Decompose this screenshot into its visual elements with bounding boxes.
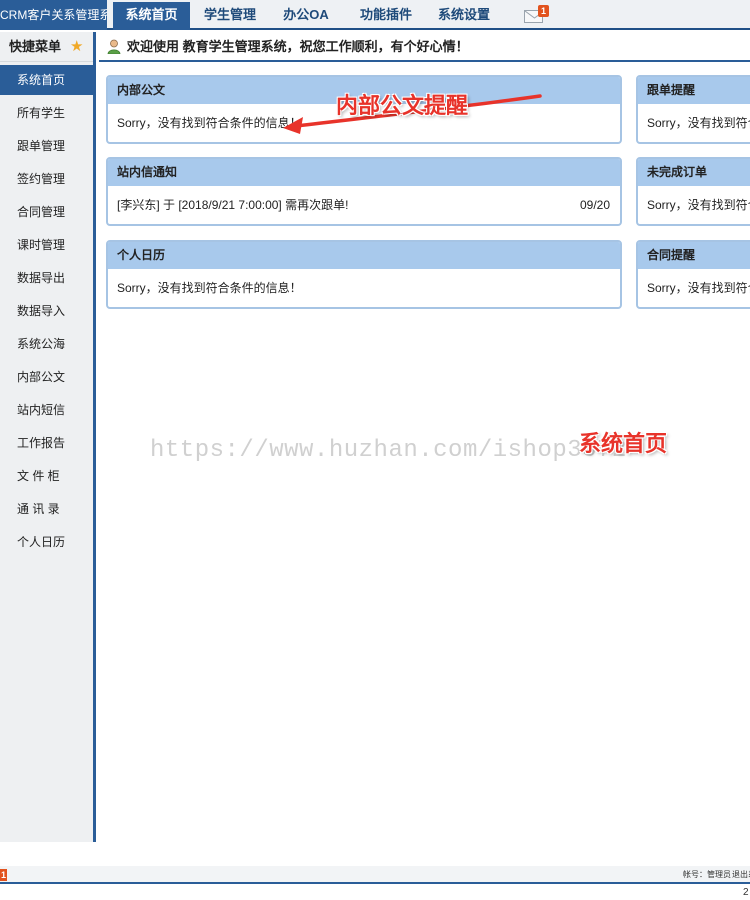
message-row[interactable]: [李兴东] 于 [2018/9/21 7:00:00] 需再次跟单! 09/20 [108, 186, 620, 224]
panel-title: 跟单提醒 [638, 77, 750, 104]
annotation-docs-label: 内部公文提醒 [336, 93, 469, 118]
sidebar-item-signing[interactable]: 签约管理 [0, 164, 93, 194]
welcome-message: 欢迎使用 教育学生管理系统，祝您工作顺利，有个好心情！ [127, 39, 469, 54]
user-icon [107, 39, 121, 54]
tab-student-management[interactable]: 学生管理 [194, 2, 266, 30]
status-bar: 1 帐号：管理员 退出系统 [0, 866, 750, 884]
sidebar-item-calendar[interactable]: 个人日历 [0, 527, 93, 557]
personal-calendar-panel: 个人日历 Sorry，没有找到符合条件的信息！ [106, 240, 622, 309]
panel-empty-message: Sorry，没有找到符合 [647, 116, 750, 130]
logout-link[interactable]: 退出系统 [732, 866, 750, 884]
sidebar-item-public-pool[interactable]: 系统公海 [0, 329, 93, 359]
tab-office-oa[interactable]: 办公OA [272, 2, 340, 30]
sidebar-item-class-hours[interactable]: 课时管理 [0, 230, 93, 260]
watermark-url: https://www.huzhan.com/ishop3572 [150, 437, 627, 464]
sidebar: 快捷菜单 ★ 系统首页 所有学生 跟单管理 签约管理 合同管理 课时管理 数据导… [0, 32, 96, 842]
panel-title: 合同提醒 [638, 242, 750, 269]
mail-count-badge: 1 [538, 5, 549, 17]
tab-home[interactable]: 系统首页 [113, 2, 190, 30]
sidebar-item-data-import[interactable]: 数据导入 [0, 296, 93, 326]
panel-empty-message: Sorry，没有找到符合 [647, 281, 750, 295]
sidebar-item-address-book[interactable]: 通 讯 录 [0, 494, 93, 524]
top-navigation-bar: CRM客户关系管理系统 系统首页 学生管理 办公OA 功能插件 系统设置 1 [0, 0, 750, 30]
contract-reminder-panel: 合同提醒 Sorry，没有找到符合 [636, 240, 750, 309]
follow-up-reminder-panel: 跟单提醒 Sorry，没有找到符合 [636, 75, 750, 144]
message-date: 09/20 [579, 198, 610, 212]
message-notification-panel: 站内信通知 [李兴东] 于 [2018/9/21 7:00:00] 需再次跟单!… [106, 157, 622, 226]
star-icon[interactable]: ★ [70, 32, 83, 62]
message-text[interactable]: [李兴东] 于 [2018/9/21 7:00:00] 需再次跟单! [117, 198, 348, 212]
sidebar-item-data-export[interactable]: 数据导出 [0, 263, 93, 293]
mail-notification-button[interactable]: 1 [524, 5, 550, 25]
app-title: CRM客户关系管理系统 [0, 0, 107, 30]
annotation-home-label: 系统首页 [579, 431, 668, 456]
panel-title: 未完成订单 [638, 159, 750, 186]
sidebar-item-file-cabinet[interactable]: 文 件 柜 [0, 461, 93, 491]
quick-menu-header: 快捷菜单 ★ [0, 32, 93, 62]
sidebar-item-messages[interactable]: 站内短信 [0, 395, 93, 425]
sidebar-item-all-students[interactable]: 所有学生 [0, 98, 93, 128]
corner-text: 2 [743, 887, 749, 898]
panel-empty-message: Sorry，没有找到符合条件的信息！ [117, 281, 302, 295]
welcome-bar: 欢迎使用 教育学生管理系统，祝您工作顺利，有个好心情！ [99, 32, 750, 62]
quick-menu-title: 快捷菜单 [9, 39, 62, 54]
alert-badge[interactable]: 1 [0, 869, 7, 881]
tab-plugins[interactable]: 功能插件 [349, 2, 423, 30]
unfinished-orders-panel: 未完成订单 Sorry，没有找到符合 [636, 157, 750, 226]
sidebar-item-work-reports[interactable]: 工作报告 [0, 428, 93, 458]
sidebar-item-follow-up[interactable]: 跟单管理 [0, 131, 93, 161]
tab-system-settings[interactable]: 系统设置 [428, 2, 500, 30]
panel-title: 站内信通知 [108, 159, 620, 186]
sidebar-item-internal-docs[interactable]: 内部公文 [0, 362, 93, 392]
panel-title: 个人日历 [108, 242, 620, 269]
account-label: 帐号：管理员 [683, 870, 731, 879]
sidebar-item-contracts[interactable]: 合同管理 [0, 197, 93, 227]
sidebar-item-home[interactable]: 系统首页 [0, 65, 93, 95]
panel-empty-message: Sorry，没有找到符合 [647, 198, 750, 212]
